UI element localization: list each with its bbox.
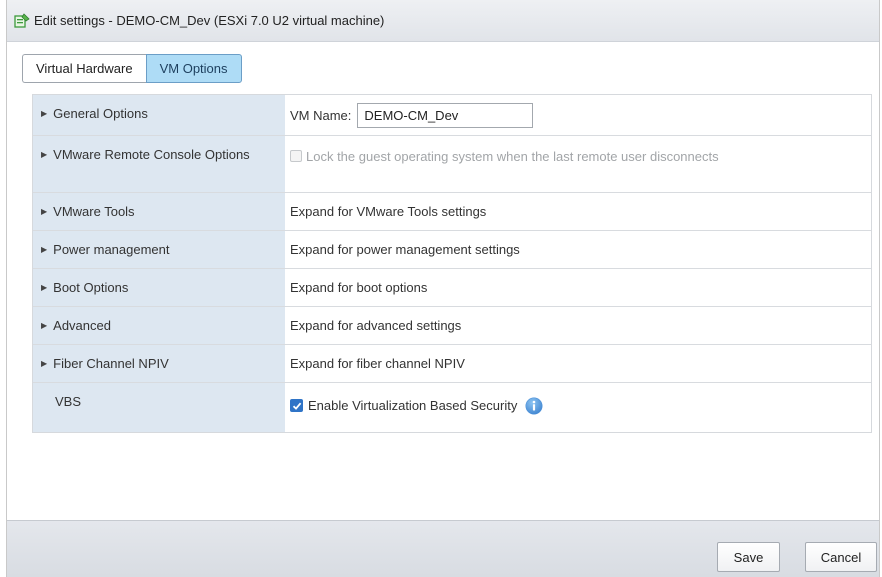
general-options-value: VM Name: bbox=[285, 95, 871, 135]
expand-vmware-tools[interactable]: ▶ VMware Tools bbox=[33, 193, 285, 230]
row-fiber-channel-npiv: ▶ Fiber Channel NPIV Expand for fiber ch… bbox=[33, 345, 871, 383]
edit-settings-dialog: Edit settings - DEMO-CM_Dev (ESXi 7.0 U2… bbox=[6, 0, 880, 577]
row-general-options: ▶ General Options VM Name: bbox=[33, 95, 871, 136]
expand-power-management[interactable]: ▶ Power management bbox=[33, 231, 285, 268]
enable-vbs-checkbox[interactable] bbox=[290, 399, 303, 412]
edit-vm-icon bbox=[14, 12, 30, 29]
lock-guest-os-label: Lock the guest operating system when the… bbox=[306, 149, 719, 164]
row-label: General Options bbox=[53, 106, 148, 121]
dialog-footer: Save Cancel bbox=[7, 520, 879, 577]
tab-vm-options[interactable]: VM Options bbox=[145, 54, 242, 83]
vm-name-input[interactable] bbox=[357, 102, 534, 128]
expand-boot-options[interactable]: ▶ Boot Options bbox=[33, 269, 285, 306]
row-label: Power management bbox=[53, 242, 170, 257]
tab-virtual-hardware[interactable]: Virtual Hardware bbox=[22, 54, 146, 83]
row-power-management: ▶ Power management Expand for power mana… bbox=[33, 231, 871, 269]
dialog-title: Edit settings - DEMO-CM_Dev (ESXi 7.0 U2… bbox=[34, 13, 385, 28]
row-boot-options: ▶ Boot Options Expand for boot options bbox=[33, 269, 871, 307]
row-label: VMware Remote Console Options bbox=[53, 147, 250, 162]
save-button[interactable]: Save bbox=[717, 542, 780, 572]
info-icon[interactable] bbox=[525, 397, 543, 415]
expand-advanced[interactable]: ▶ Advanced bbox=[33, 307, 285, 344]
row-value: Expand for boot options bbox=[290, 280, 428, 295]
enable-vbs-label: Enable Virtualization Based Security bbox=[308, 398, 518, 413]
remote-console-value: Lock the guest operating system when the… bbox=[285, 136, 871, 192]
tab-bar: Virtual Hardware VM Options bbox=[22, 54, 242, 83]
row-vmware-tools: ▶ VMware Tools Expand for VMware Tools s… bbox=[33, 193, 871, 231]
row-label: VBS bbox=[55, 394, 82, 409]
vm-name-label: VM Name: bbox=[290, 107, 352, 123]
lock-guest-os-checkbox[interactable] bbox=[290, 150, 302, 162]
expand-general-options[interactable]: ▶ General Options bbox=[33, 95, 285, 135]
vbs-label-cell: VBS bbox=[33, 383, 285, 432]
row-label: Advanced bbox=[53, 318, 111, 333]
row-label: VMware Tools bbox=[53, 204, 135, 219]
row-label: Boot Options bbox=[53, 280, 129, 295]
expand-arrow-icon: ▶ bbox=[41, 207, 48, 216]
checkmark-icon bbox=[292, 402, 301, 410]
expand-arrow-icon: ▶ bbox=[41, 283, 48, 292]
row-advanced: ▶ Advanced Expand for advanced settings bbox=[33, 307, 871, 345]
vm-options-table: ▶ General Options VM Name: ▶ VMware Remo… bbox=[32, 94, 872, 433]
row-value: Expand for advanced settings bbox=[290, 318, 462, 333]
row-value: Expand for VMware Tools settings bbox=[290, 204, 487, 219]
expand-arrow-icon: ▶ bbox=[41, 321, 48, 330]
row-vbs: VBS Enable Virtualization Based Security bbox=[33, 383, 871, 432]
expand-arrow-icon: ▶ bbox=[41, 150, 48, 159]
expand-fiber-channel-npiv[interactable]: ▶ Fiber Channel NPIV bbox=[33, 345, 285, 382]
dialog-titlebar: Edit settings - DEMO-CM_Dev (ESXi 7.0 U2… bbox=[7, 0, 879, 42]
row-value: Expand for power management settings bbox=[290, 242, 520, 257]
row-remote-console-options: ▶ VMware Remote Console Options Lock the… bbox=[33, 136, 871, 193]
expand-arrow-icon: ▶ bbox=[41, 109, 48, 118]
expand-arrow-icon: ▶ bbox=[41, 245, 48, 254]
cancel-button[interactable]: Cancel bbox=[805, 542, 877, 572]
row-value: Expand for fiber channel NPIV bbox=[290, 356, 465, 371]
row-label: Fiber Channel NPIV bbox=[53, 356, 169, 371]
expand-arrow-icon: ▶ bbox=[41, 359, 48, 368]
vbs-value: Enable Virtualization Based Security bbox=[285, 383, 871, 432]
expand-remote-console-options[interactable]: ▶ VMware Remote Console Options bbox=[33, 136, 285, 192]
